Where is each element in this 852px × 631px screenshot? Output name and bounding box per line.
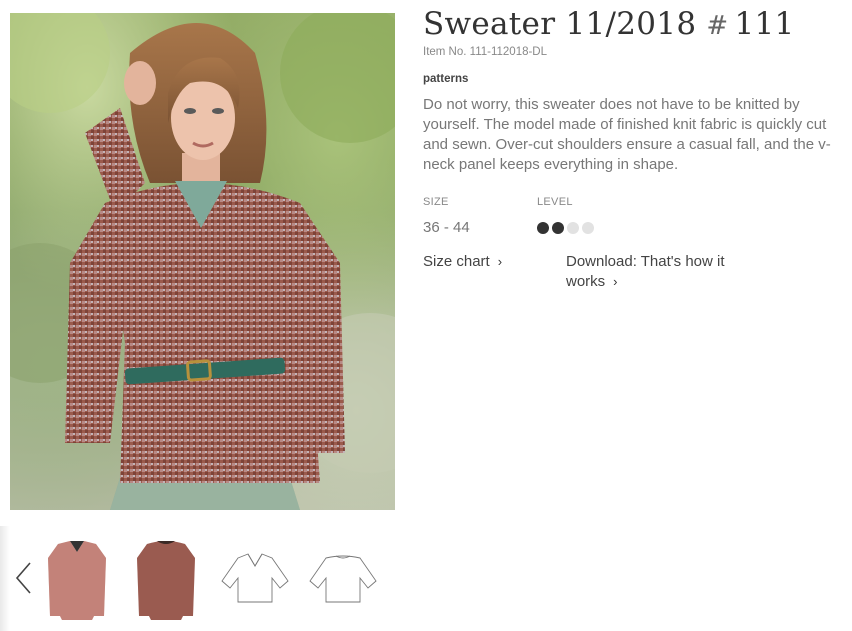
size-label: SIZE xyxy=(423,196,449,208)
level-dot xyxy=(567,222,579,234)
product-number: 111 xyxy=(734,6,795,42)
thumbnail-front-photo[interactable] xyxy=(40,536,114,622)
category-label[interactable]: patterns xyxy=(423,73,468,85)
thumbnail-back-sketch[interactable] xyxy=(306,536,380,622)
level-dot xyxy=(582,222,594,234)
level-label: LEVEL xyxy=(537,196,573,208)
size-chart-link[interactable]: Size chart › xyxy=(423,252,502,272)
level-dot xyxy=(537,222,549,234)
level-dot xyxy=(552,222,564,234)
hash-symbol: # xyxy=(706,11,729,41)
chevron-right-icon: › xyxy=(613,274,618,289)
thumbnail-front-sketch[interactable] xyxy=(218,536,292,622)
item-number: Item No. 111-112018-DL xyxy=(423,46,548,58)
product-description: Do not worry, this sweater does not have… xyxy=(423,96,831,173)
model-photo xyxy=(10,13,395,510)
product-main-image[interactable] xyxy=(10,13,395,510)
product-title-row: Sweater 11/2018 #111 xyxy=(423,6,795,42)
size-value: 36 - 44 xyxy=(423,219,470,236)
download-help-label: Download: That's how it works xyxy=(566,253,725,290)
chevron-left-icon[interactable] xyxy=(12,560,34,596)
difficulty-level-indicator xyxy=(537,222,594,234)
gallery-edge-shade xyxy=(0,526,10,631)
chevron-right-icon: › xyxy=(497,254,503,269)
size-chart-label: Size chart xyxy=(423,253,490,270)
thumbnail-back-photo[interactable] xyxy=(129,536,203,622)
download-help-link[interactable]: Download: That's how it works › xyxy=(566,252,766,292)
product-title: Sweater 11/2018 xyxy=(423,6,697,42)
